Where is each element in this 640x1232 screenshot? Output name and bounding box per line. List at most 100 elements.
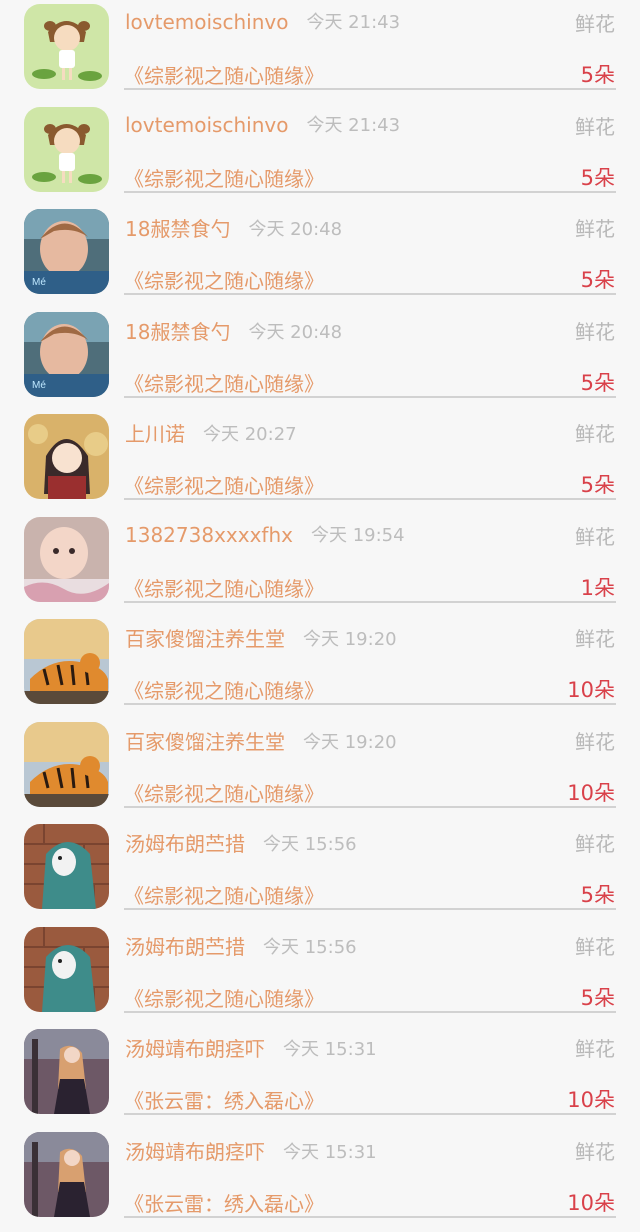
gift-type: 鲜花: [575, 422, 615, 446]
divider: [124, 395, 616, 398]
gift-record-list: lovtemoischinvo 今天 21:43 鲜花 《综影视之随心随缘》 5朵…: [0, 0, 640, 1218]
user-name-text[interactable]: 18赧禁食勺: [125, 320, 230, 344]
user-name[interactable]: 百家傻馏注养生堂 今天 19:20: [125, 623, 397, 652]
gift-count: 5朵: [580, 883, 615, 907]
timestamp: 今天 19:20: [303, 629, 397, 650]
avatar[interactable]: [24, 824, 109, 909]
work-title[interactable]: 《张云雷：绣入磊心》: [124, 1188, 324, 1217]
avatar-image: [24, 721, 109, 807]
svg-text:Mé: Mé: [32, 277, 46, 288]
divider: [124, 600, 616, 603]
work-title[interactable]: 《综影视之随心随缘》: [124, 778, 324, 807]
avatar[interactable]: [24, 106, 109, 192]
list-item[interactable]: 百家傻馏注养生堂 今天 19:20 鲜花 《综影视之随心随缘》 10朵: [0, 720, 640, 822]
user-name-text[interactable]: 汤姆布朗苎措: [125, 832, 245, 856]
gift-count: 10朵: [567, 678, 615, 702]
list-item[interactable]: 汤姆布朗苎措 今天 15:56 鲜花 《综影视之随心随缘》 5朵: [0, 822, 640, 924]
user-name[interactable]: 汤姆布朗苎措 今天 15:56: [125, 931, 357, 960]
divider: [124, 293, 616, 295]
avatar-image: [24, 4, 109, 89]
user-name-text[interactable]: 百家傻馏注养生堂: [125, 730, 285, 754]
user-name-text[interactable]: 汤姆靖布朗痉吓: [125, 1037, 265, 1061]
user-name-text[interactable]: 百家傻馏注养生堂: [125, 627, 285, 651]
gift-type: 鲜花: [575, 934, 615, 959]
user-name-text[interactable]: 汤姆布朗苎措: [125, 935, 245, 959]
gift-count: 5朵: [580, 268, 615, 292]
avatar-image: [24, 619, 109, 704]
avatar-image: [24, 516, 109, 602]
gift-count: 5朵: [580, 985, 615, 1010]
avatar[interactable]: [24, 926, 109, 1012]
timestamp: 今天 15:31: [283, 1039, 377, 1060]
gift-type: 鲜花: [575, 217, 615, 241]
list-item[interactable]: 汤姆布朗苎措 今天 15:56 鲜花 《综影视之随心随缘》 5朵: [0, 925, 640, 1027]
list-item[interactable]: 上川诺 今天 20:27 鲜花 《综影视之随心随缘》 5朵: [0, 412, 640, 514]
gift-count: 1朵: [580, 575, 615, 600]
list-item[interactable]: lovtemoischinvo 今天 21:43 鲜花 《综影视之随心随缘》 5朵: [0, 105, 640, 207]
list-item[interactable]: 汤姆靖布朗痉吓 今天 15:31 鲜花 《张云雷：绣入磊心》 10朵: [0, 1130, 640, 1232]
list-item[interactable]: Mé 18赧禁食勺 今天 20:48 鲜花 《综影视之随心随缘》 5朵: [0, 310, 640, 412]
timestamp: 今天 19:54: [310, 524, 405, 546]
work-title[interactable]: 《综影视之随心随缘》: [124, 368, 324, 397]
work-title[interactable]: 《综影视之随心随缘》: [124, 470, 324, 499]
user-name[interactable]: 汤姆靖布朗痉吓 今天 15:31: [125, 1033, 377, 1062]
user-name-text[interactable]: 汤姆靖布朗痉吓: [125, 1140, 265, 1164]
avatar-image: [24, 824, 109, 909]
list-item[interactable]: Mé 18赧禁食勺 今天 20:48 鲜花 《综影视之随心随缘》 5朵: [0, 207, 640, 309]
timestamp: 今天 20:48: [248, 321, 343, 343]
avatar[interactable]: [24, 1029, 109, 1114]
gift-type: 鲜花: [575, 1037, 615, 1061]
avatar-image: [24, 414, 109, 499]
avatar[interactable]: [24, 516, 109, 602]
avatar[interactable]: [24, 721, 109, 807]
user-name[interactable]: lovtemoischinvo 今天 21:43: [125, 8, 400, 34]
work-title[interactable]: 《综影视之随心随缘》: [124, 265, 324, 294]
gift-count: 10朵: [567, 1190, 615, 1215]
avatar-image: [24, 1029, 109, 1114]
avatar[interactable]: [24, 4, 109, 89]
gift-type: 鲜花: [575, 729, 615, 754]
user-name[interactable]: lovtemoischinvo 今天 21:43: [125, 111, 400, 137]
gift-type: 鲜花: [575, 524, 615, 549]
user-name[interactable]: 汤姆靖布朗痉吓 今天 15:31: [125, 1136, 377, 1165]
user-name-text[interactable]: lovtemoischinvo: [125, 10, 288, 34]
list-item[interactable]: lovtemoischinvo 今天 21:43 鲜花 《综影视之随心随缘》 5朵: [0, 2, 640, 104]
work-title[interactable]: 《综影视之随心随缘》: [124, 880, 324, 909]
user-name[interactable]: 百家傻馏注养生堂 今天 19:20: [125, 726, 397, 755]
gift-count: 5朵: [580, 63, 615, 87]
user-name-text[interactable]: lovtemoischinvo: [125, 113, 288, 137]
timestamp: 今天 15:56: [263, 834, 357, 855]
list-item[interactable]: 1382738xxxxfhx 今天 19:54 鲜花 《综影视之随心随缘》 1朵: [0, 515, 640, 617]
timestamp: 今天 21:43: [306, 12, 401, 33]
avatar[interactable]: Mé: [24, 311, 109, 397]
gift-type: 鲜花: [575, 627, 615, 651]
list-item[interactable]: 百家傻馏注养生堂 今天 19:20 鲜花 《综影视之随心随缘》 10朵: [0, 617, 640, 719]
user-name-text[interactable]: 上川诺: [125, 422, 185, 446]
work-title[interactable]: 《综影视之随心随缘》: [124, 573, 324, 602]
divider: [124, 190, 616, 193]
avatar[interactable]: [24, 619, 109, 704]
work-title[interactable]: 《综影视之随心随缘》: [124, 163, 324, 192]
avatar-image: [24, 1131, 109, 1217]
avatar[interactable]: [24, 1131, 109, 1217]
avatar-image: Mé: [24, 209, 109, 294]
user-name[interactable]: 18赧禁食勺 今天 20:48: [125, 316, 342, 345]
work-title[interactable]: 《张云雷：绣入磊心》: [124, 1085, 324, 1114]
list-item[interactable]: 汤姆靖布朗痉吓 今天 15:31 鲜花 《张云雷：绣入磊心》 10朵: [0, 1027, 640, 1129]
gift-count: 5朵: [580, 370, 615, 395]
user-name[interactable]: 1382738xxxxfhx 今天 19:54: [125, 521, 405, 547]
user-name[interactable]: 18赧禁食勺 今天 20:48: [125, 213, 342, 242]
user-name-text[interactable]: 18赧禁食勺: [125, 217, 230, 241]
work-title[interactable]: 《综影视之随心随缘》: [124, 983, 324, 1012]
gift-type: 鲜花: [575, 832, 615, 856]
avatar[interactable]: Mé: [24, 209, 109, 294]
user-name-text[interactable]: 1382738xxxxfhx: [125, 523, 293, 547]
avatar[interactable]: [24, 414, 109, 499]
gift-count: 5朵: [580, 473, 615, 497]
user-name[interactable]: 汤姆布朗苎措 今天 15:56: [125, 828, 357, 857]
avatar-image: [24, 926, 109, 1012]
work-title[interactable]: 《综影视之随心随缘》: [124, 60, 324, 89]
user-name[interactable]: 上川诺 今天 20:27: [125, 418, 297, 447]
work-title[interactable]: 《综影视之随心随缘》: [124, 675, 324, 704]
gift-count: 10朵: [567, 780, 615, 805]
